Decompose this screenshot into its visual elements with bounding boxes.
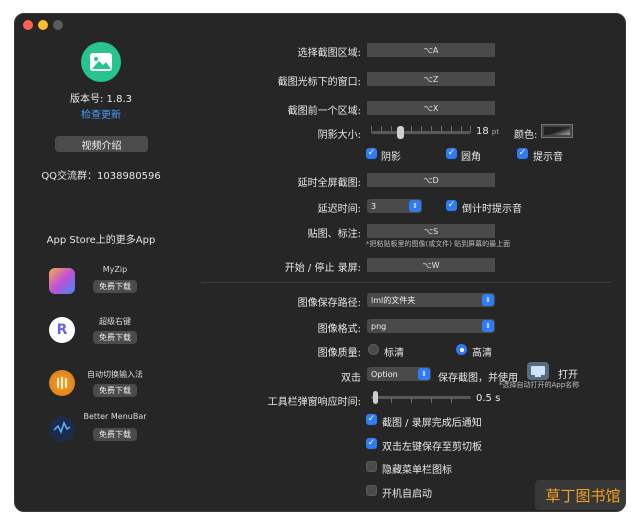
- minimize-window-button[interactable]: [38, 20, 48, 30]
- shadow-check-label: 阴影: [381, 152, 401, 163]
- shadow-checkbox[interactable]: ✓: [366, 148, 377, 159]
- record-label: 开始 / 停止 录屏:: [284, 263, 361, 274]
- double-click-label: 双击: [341, 373, 361, 384]
- copy-clipboard-checkbox[interactable]: ✓: [366, 438, 377, 449]
- countdown-sound-label: 倒计时提示音: [462, 204, 522, 215]
- rounded-corner-label: 圆角: [461, 152, 481, 163]
- video-intro-button[interactable]: 视频介绍: [55, 136, 148, 152]
- download-button[interactable]: 免费下载: [93, 280, 137, 293]
- toolbar-response-value: 0.5 s: [476, 393, 501, 404]
- sound-label: 提示音: [533, 152, 563, 163]
- watermark: 草丁图书馆: [535, 480, 625, 510]
- pin-hint: *把粘贴板里的图像(或文件) 贴到屏幕的最上面: [366, 240, 511, 248]
- select-region-shortcut[interactable]: ⌥A: [367, 43, 495, 57]
- copy-clipboard-label: 双击左键保存至剪切板: [382, 442, 482, 453]
- quality-high-radio[interactable]: [456, 344, 467, 355]
- chevron-updown-icon: ⇕: [418, 368, 430, 380]
- notify-label: 截图 / 录屏完成后通知: [382, 418, 482, 429]
- quality-standard-label: 标清: [384, 348, 404, 359]
- app-name: 超级右键: [99, 317, 131, 326]
- prev-region-label: 截图前一个区域:: [287, 106, 361, 117]
- rounded-corner-checkbox[interactable]: ✓: [446, 148, 457, 159]
- launch-at-login-checkbox[interactable]: [366, 485, 377, 496]
- launch-at-login-label: 开机自启动: [382, 489, 432, 500]
- chevron-updown-icon: ⇕: [482, 294, 494, 306]
- image-quality-label: 图像质量:: [317, 348, 361, 359]
- hide-menubar-icon-label: 隐藏菜单栏图标: [382, 465, 452, 476]
- version-label: 版本号: 1.8.3: [70, 94, 132, 105]
- hide-menubar-icon-checkbox[interactable]: [366, 461, 377, 472]
- close-window-button[interactable]: [23, 20, 33, 30]
- quality-high-label: 高清: [472, 348, 492, 359]
- shadow-size-value: 18 pt: [476, 126, 500, 137]
- more-apps-heading: App Store上的更多App: [46, 235, 156, 246]
- download-button[interactable]: 免费下载: [93, 428, 137, 441]
- save-path-label: 图像保存路径:: [297, 298, 361, 309]
- pin-annotate-label: 贴图、标注:: [307, 229, 361, 240]
- quality-standard-radio[interactable]: [368, 344, 379, 355]
- app-name: MyZip: [102, 265, 128, 274]
- shadow-size-label: 阴影大小:: [317, 130, 361, 141]
- section-divider: [201, 282, 611, 283]
- image-format-select[interactable]: png ⇕: [367, 319, 495, 333]
- notify-checkbox[interactable]: ✓: [366, 414, 377, 425]
- delay-time-label: 延迟时间:: [317, 204, 361, 215]
- select-region-label: 选择截图区域:: [297, 48, 361, 59]
- download-button[interactable]: 免费下载: [93, 331, 137, 344]
- toolbar-response-slider[interactable]: [371, 391, 471, 404]
- check-update-link[interactable]: 检查更新: [15, 106, 187, 121]
- delay-time-select[interactable]: 3 ⇕: [367, 199, 422, 213]
- slider-thumb[interactable]: [397, 126, 405, 139]
- sound-checkbox[interactable]: ✓: [517, 148, 528, 159]
- shadow-size-slider[interactable]: [371, 126, 471, 139]
- pin-annotate-shortcut[interactable]: ⌥S: [367, 224, 495, 238]
- countdown-sound-checkbox[interactable]: ✓: [446, 200, 457, 211]
- cursor-window-label: 截图光标下的窗口:: [277, 77, 361, 88]
- slider-thumb[interactable]: [372, 391, 378, 404]
- delayed-full-shortcut[interactable]: ⌥D: [367, 173, 495, 187]
- record-shortcut[interactable]: ⌥W: [367, 258, 495, 272]
- choose-app-hint: *选择自动打开的App名称: [499, 381, 580, 389]
- toolbar-response-label: 工具栏弹窗响应时间:: [267, 397, 361, 408]
- app-name: Better MenuBar: [83, 412, 147, 421]
- chevron-updown-icon: ⇕: [409, 200, 421, 212]
- download-button[interactable]: 免费下载: [93, 384, 137, 397]
- cursor-window-shortcut[interactable]: ⌥Z: [367, 72, 495, 86]
- qq-group-label: QQ交流群：1038980596: [41, 171, 161, 182]
- choose-app-button[interactable]: [527, 362, 549, 380]
- shadow-color-label: 颜色:: [514, 130, 538, 141]
- double-click-modifier-select[interactable]: Option ⇕: [367, 367, 431, 381]
- settings-window: 版本号: 1.8.3 检查更新 视频介绍 QQ交流群：1038980596 Ap…: [14, 13, 626, 512]
- app-logo-icon: [81, 42, 121, 82]
- open-label: 打开: [558, 370, 578, 381]
- watermark-text: 草丁图书馆: [545, 486, 621, 505]
- save-path-select[interactable]: lml的文件夹 ⇕: [367, 293, 495, 307]
- image-format-label: 图像格式:: [317, 324, 361, 335]
- app-name: 自动切换输入法: [87, 370, 143, 379]
- delayed-full-label: 延时全屏截图:: [297, 178, 361, 189]
- zoom-window-button[interactable]: [53, 20, 63, 30]
- prev-region-shortcut[interactable]: ⌥X: [367, 101, 495, 115]
- chevron-updown-icon: ⇕: [482, 320, 494, 332]
- shadow-color-well[interactable]: [541, 124, 573, 138]
